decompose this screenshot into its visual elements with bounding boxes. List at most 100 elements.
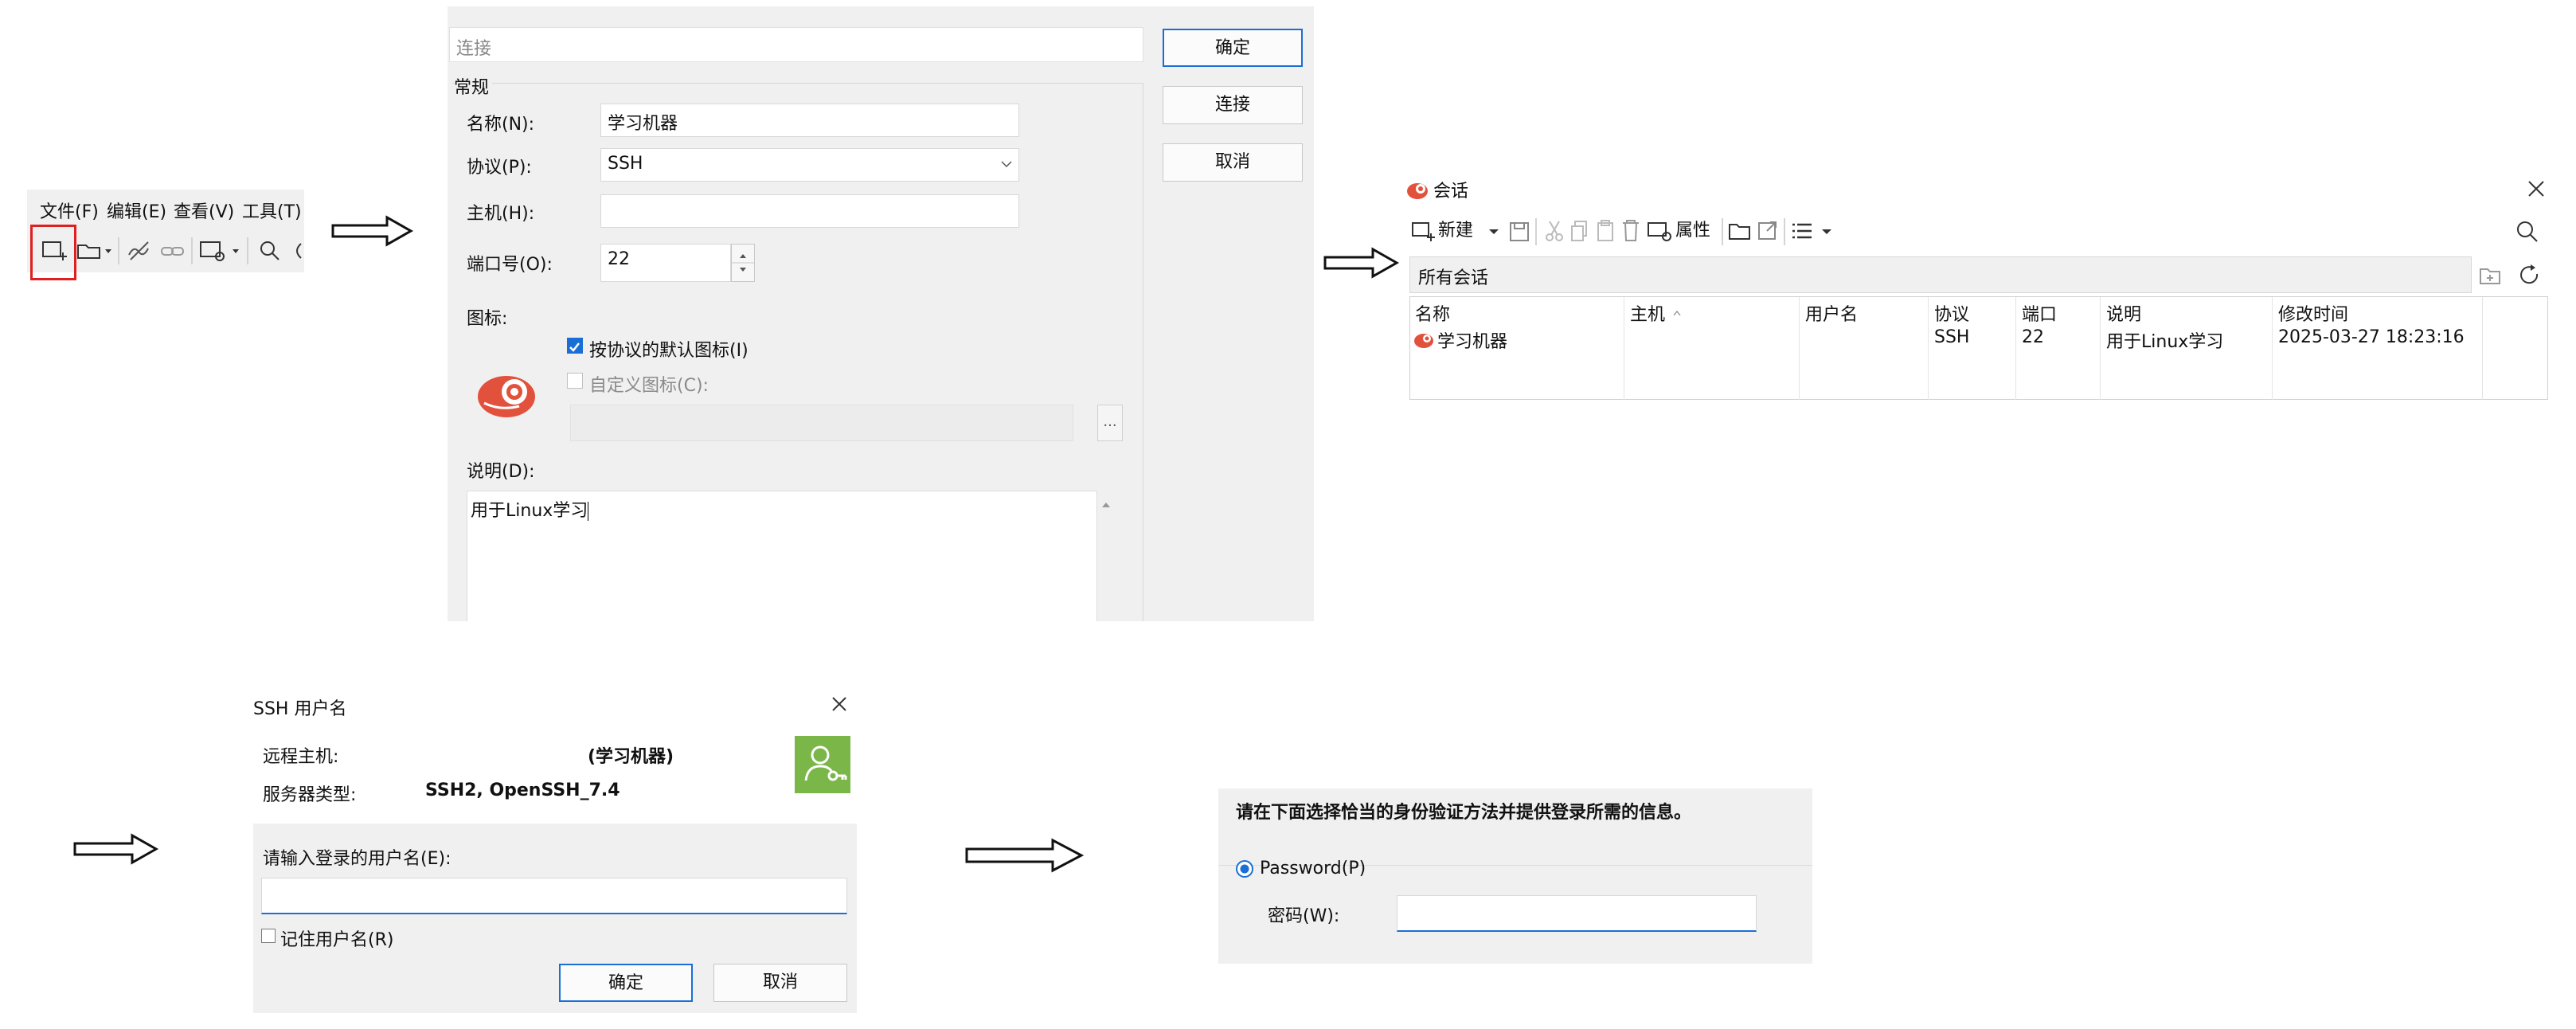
- search-icon[interactable]: [2515, 215, 2540, 247]
- protocol-select[interactable]: SSH: [600, 148, 1019, 182]
- sessions-table: 名称 主机 用户名 协议 端口 说明 修改时间 学习机器 SSH 22 用于Li…: [1409, 296, 2548, 400]
- server-type-label: 服务器类型:: [263, 785, 357, 805]
- menu-file[interactable]: 文件(F): [40, 198, 99, 223]
- delete-icon[interactable]: [1620, 215, 1642, 247]
- cell-description: 用于Linux学习: [2106, 332, 2224, 352]
- port-label: 端口号(O):: [467, 255, 553, 275]
- column-header-host[interactable]: 主机: [1630, 300, 1665, 326]
- default-icon-checkbox[interactable]: [567, 338, 583, 354]
- description-textarea[interactable]: 用于Linux学习: [467, 491, 1097, 621]
- dialog-title: SSH 用户名: [253, 699, 347, 719]
- window-title: 会话: [1433, 182, 1469, 201]
- description-label: 说明(D):: [467, 462, 535, 482]
- arrow-right-icon: [73, 833, 159, 865]
- list-view-icon[interactable]: [1790, 215, 1814, 247]
- password-radio[interactable]: [1234, 859, 1255, 879]
- menu-view[interactable]: 查看(V): [174, 198, 234, 223]
- browse-button[interactable]: ...: [1097, 405, 1123, 441]
- open-folder-icon[interactable]: [1728, 215, 1752, 247]
- menu-tools[interactable]: 工具(T): [242, 198, 302, 223]
- ok-button[interactable]: 确定: [1163, 29, 1303, 67]
- remote-host-value: (学习机器): [588, 747, 674, 767]
- more-icon[interactable]: [291, 239, 304, 263]
- ok-button[interactable]: 确定: [559, 964, 693, 1002]
- cell-modified: 2025-03-27 18:23:16: [2278, 327, 2465, 347]
- remote-host-label: 远程主机:: [263, 747, 339, 767]
- sort-asc-icon: [1673, 311, 1681, 316]
- name-field[interactable]: 学习机器: [600, 104, 1019, 137]
- server-type-value: SSH2, OpenSSH_7.4: [425, 781, 620, 800]
- icon-label: 图标:: [467, 309, 508, 329]
- cut-icon[interactable]: [1543, 215, 1566, 247]
- column-header-protocol[interactable]: 协议: [1934, 300, 1969, 326]
- column-header-description[interactable]: 说明: [2106, 300, 2141, 326]
- close-icon[interactable]: [830, 694, 849, 714]
- host-field[interactable]: [600, 194, 1019, 228]
- copy-icon[interactable]: [1569, 215, 1591, 247]
- name-label: 名称(N):: [467, 115, 535, 135]
- section-title: 常规: [454, 73, 493, 99]
- description-text: 用于Linux学习: [471, 501, 588, 521]
- arrow-right-icon: [965, 838, 1085, 873]
- chevron-down-icon: [1001, 161, 1012, 168]
- password-method-label: Password(P): [1260, 859, 1366, 878]
- column-header-modified[interactable]: 修改时间: [2278, 300, 2348, 326]
- connect-button[interactable]: 连接: [1163, 86, 1303, 124]
- cancel-button[interactable]: 取消: [1163, 143, 1303, 182]
- scroll-up-icon[interactable]: [1100, 500, 1112, 510]
- close-icon[interactable]: [2526, 178, 2547, 199]
- main-window-toolbar: 文件(F) 编辑(E) 查看(V) 工具(T): [27, 190, 304, 280]
- properties-icon[interactable]: [1647, 215, 1674, 247]
- session-properties-dialog: 连接 常规 名称(N): 学习机器 协议(P): SSH 主机(H): 端口号(…: [448, 6, 1314, 621]
- host-label: 主机(H):: [467, 204, 535, 224]
- column-header-name[interactable]: 名称: [1415, 300, 1450, 326]
- custom-icon-path[interactable]: [570, 405, 1073, 441]
- spin-arrows-icon: [732, 254, 754, 272]
- username-prompt: 请输入登录的用户名(E):: [263, 849, 451, 869]
- cancel-button[interactable]: 取消: [713, 964, 847, 1002]
- chevron-down-icon[interactable]: [1820, 215, 1833, 247]
- column-header-port[interactable]: 端口: [2022, 300, 2057, 326]
- user-key-icon: [795, 736, 850, 793]
- arrow-right-icon: [331, 215, 414, 247]
- session-properties-icon[interactable]: [199, 239, 244, 263]
- protocol-value: SSH: [608, 154, 643, 174]
- path-bar[interactable]: 所有会话: [1409, 256, 2472, 293]
- paste-icon[interactable]: [1594, 215, 1616, 247]
- disconnect-icon[interactable]: [126, 239, 153, 263]
- sessions-toolbar: 新建 属性: [1405, 209, 2556, 253]
- session-icon: [1414, 334, 1433, 348]
- new-icon[interactable]: [1411, 215, 1437, 247]
- save-icon[interactable]: [1508, 215, 1530, 247]
- menu-edit[interactable]: 编辑(E): [107, 198, 166, 223]
- username-field[interactable]: [261, 878, 847, 914]
- auth-heading: 请在下面选择恰当的身份验证方法并提供登录所需的信息。: [1236, 803, 1692, 823]
- properties-button[interactable]: 属性: [1675, 215, 1710, 247]
- default-icon-label: 按协议的默认图标(I): [589, 341, 749, 361]
- cell-protocol: SSH: [1934, 327, 1970, 347]
- ssh-username-dialog: SSH 用户名 远程主机: (学习机器) 服务器类型: SSH2, OpenSS…: [253, 682, 857, 1013]
- chevron-down-icon[interactable]: [1487, 215, 1500, 247]
- port-field[interactable]: 22: [600, 244, 731, 282]
- app-logo-icon: [1407, 183, 1428, 199]
- remember-username-checkbox[interactable]: [261, 929, 276, 943]
- search-icon[interactable]: [258, 239, 282, 263]
- new-folder-icon[interactable]: [2478, 263, 2502, 287]
- cell-name: 学习机器: [1437, 332, 1508, 352]
- refresh-icon[interactable]: [2518, 263, 2542, 287]
- category-tree-header[interactable]: 连接: [449, 27, 1143, 62]
- open-folder-icon[interactable]: [76, 239, 113, 263]
- cell-port: 22: [2022, 327, 2044, 347]
- check-icon: [569, 342, 580, 352]
- custom-icon-checkbox[interactable]: [567, 373, 583, 389]
- port-spinner[interactable]: [731, 244, 755, 282]
- export-icon[interactable]: [1757, 215, 1779, 247]
- custom-icon-label: 自定义图标(C):: [589, 376, 709, 396]
- password-field[interactable]: [1397, 895, 1757, 932]
- table-row[interactable]: 学习机器 SSH 22 用于Linux学习 2025-03-27 18:23:1…: [1410, 326, 2547, 354]
- new-session-icon[interactable]: [41, 239, 68, 263]
- column-header-username[interactable]: 用户名: [1805, 300, 1858, 326]
- link-icon[interactable]: [159, 239, 186, 263]
- new-button[interactable]: 新建: [1438, 215, 1473, 247]
- remember-username-label: 记住用户名(R): [280, 930, 394, 950]
